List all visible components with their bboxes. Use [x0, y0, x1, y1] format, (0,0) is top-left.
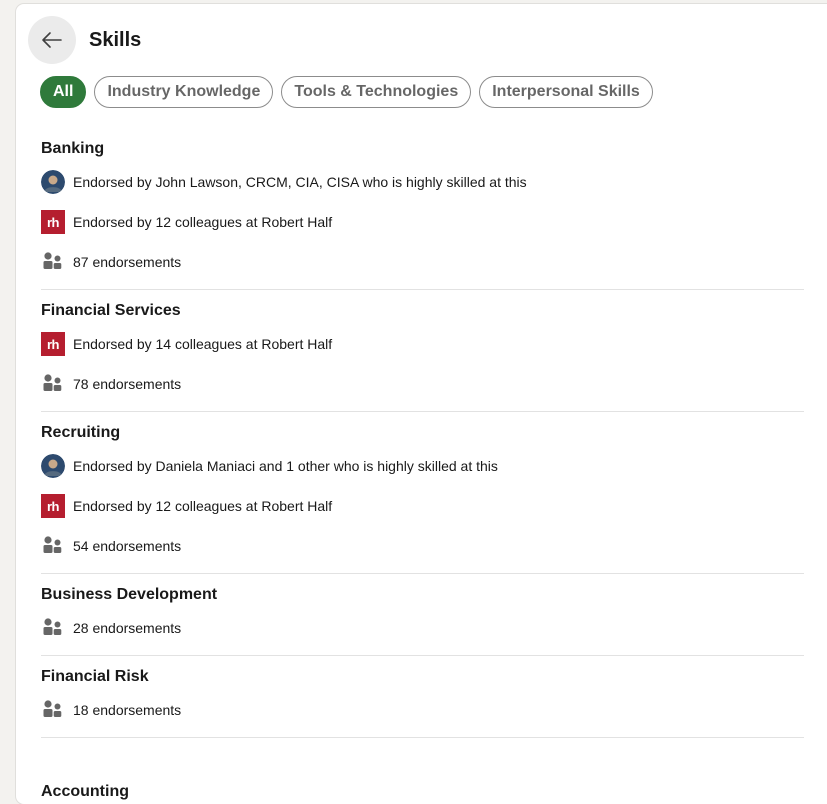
endorsement-detail[interactable]: rh Endorsed by 12 colleagues at Robert Ha…: [41, 486, 804, 526]
filter-pill-all[interactable]: All: [40, 76, 87, 108]
detail-text: Endorsed by John Lawson, CRCM, CIA, CISA…: [73, 174, 527, 190]
skill-name: Accounting: [41, 783, 129, 800]
skill-item: Financial Services rh Endorsed by 14 colle…: [41, 290, 804, 412]
detail-icon: [41, 372, 65, 396]
endorsement-count[interactable]: 87 endorsements: [41, 242, 804, 282]
detail-icon: rh: [41, 332, 65, 356]
people-icon: [43, 252, 62, 269]
arrow-left-icon: [42, 32, 62, 48]
people-icon: [43, 618, 62, 635]
header: Skills: [28, 16, 141, 64]
skill-name[interactable]: Banking: [41, 136, 804, 162]
detail-icon: [41, 454, 65, 478]
endorsement-count[interactable]: 78 endorsements: [41, 364, 804, 404]
endorsement-detail[interactable]: Endorsed by Daniela Maniaci and 1 other …: [41, 446, 804, 486]
endorsement-detail[interactable]: Endorsed by John Lawson, CRCM, CIA, CISA…: [41, 162, 804, 202]
detail-icon: [41, 250, 65, 274]
skill-item: Recruiting Endorsed by Daniela Maniaci an…: [41, 412, 804, 574]
skill-name[interactable]: Recruiting: [41, 420, 804, 446]
people-icon: [43, 374, 62, 391]
detail-text: Endorsed by 12 colleagues at Robert Half: [73, 498, 333, 514]
detail-icon: [41, 170, 65, 194]
robert-half-logo: rh: [41, 494, 65, 518]
detail-text: 28 endorsements: [73, 620, 182, 636]
robert-half-logo: rh: [41, 210, 65, 234]
person-avatar: [41, 170, 65, 194]
endorsement-count[interactable]: 28 endorsements: [41, 608, 804, 648]
filter-pill-industry-knowledge[interactable]: Industry Knowledge: [94, 76, 274, 108]
detail-icon: [41, 534, 65, 558]
detail-icon: rh: [41, 210, 65, 234]
detail-icon: [41, 616, 65, 640]
skill-item: Financial Risk 18 endorsements: [41, 656, 804, 738]
filter-pill-interpersonal-skills[interactable]: Interpersonal Skills: [479, 76, 653, 108]
endorsement-count[interactable]: 18 endorsements: [41, 690, 804, 730]
skill-name[interactable]: Financial Risk: [41, 664, 804, 690]
endorsement-detail[interactable]: rh Endorsed by 12 colleagues at Robert Ha…: [41, 202, 804, 242]
skill-item: Business Development 28 endorsements: [41, 574, 804, 656]
back-button[interactable]: [28, 16, 76, 64]
page-title: Skills: [89, 28, 142, 51]
detail-text: 54 endorsements: [73, 538, 182, 554]
skill-item: Banking Endorsed by John Lawson, CRCM, CI…: [41, 128, 804, 290]
skill-name[interactable]: Financial Services: [41, 298, 804, 324]
skills-card: Skills All Industry Knowledge Tools & Tech…: [16, 4, 827, 804]
detail-icon: rh: [41, 494, 65, 518]
detail-text: 87 endorsements: [73, 254, 182, 270]
filter-pill-tools-technologies[interactable]: Tools & Technologies: [281, 76, 472, 108]
skill-name[interactable]: Business Development: [41, 582, 804, 608]
detail-text: Endorsed by 12 colleagues at Robert Half: [73, 214, 333, 230]
detail-icon: [41, 698, 65, 722]
detail-text: 18 endorsements: [73, 702, 182, 718]
detail-text: 78 endorsements: [73, 376, 182, 392]
endorsement-detail[interactable]: rh Endorsed by 14 colleagues at Robert Ha…: [41, 324, 804, 364]
endorsement-count[interactable]: 54 endorsements: [41, 526, 804, 566]
people-icon: [43, 700, 62, 717]
person-avatar: [41, 454, 65, 478]
robert-half-logo: rh: [41, 332, 65, 356]
detail-text: Endorsed by Daniela Maniaci and 1 other …: [73, 458, 498, 474]
detail-text: Endorsed by 14 colleagues at Robert Half: [73, 336, 333, 352]
people-icon: [43, 536, 62, 553]
filter-pills: All Industry Knowledge Tools & Technologie…: [40, 76, 661, 108]
skill-list: Banking Endorsed by John Lawson, CRCM, CI…: [41, 128, 804, 738]
